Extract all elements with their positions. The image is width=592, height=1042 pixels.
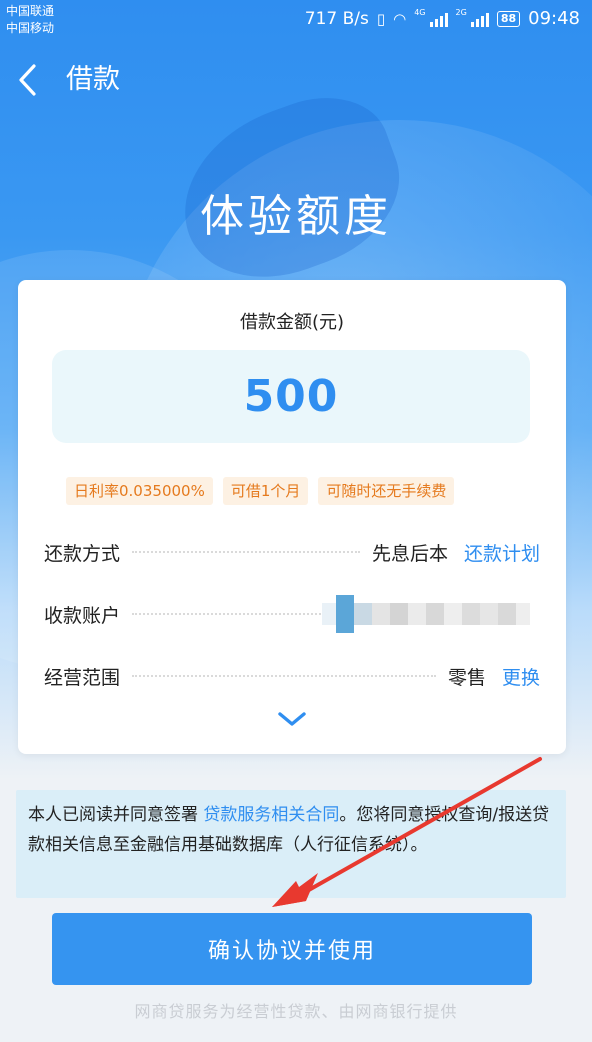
- repay-method-value: 先息后本: [371, 542, 448, 565]
- loan-card: 借款金额(元) 500 日利率0.035000% 可借1个月 可随时还无手续费 …: [18, 280, 566, 754]
- vibrate-icon: ▯: [376, 9, 386, 28]
- business-scope-value: 零售: [447, 666, 486, 689]
- business-scope-label: 经营范围: [44, 666, 121, 689]
- signal-icon: [470, 11, 489, 27]
- repay-method-label: 还款方式: [44, 542, 121, 565]
- amount-value: 500: [243, 371, 339, 422]
- network-type-1: 4G: [414, 8, 426, 17]
- loan-contract-link[interactable]: 贷款服务相关合同: [203, 805, 339, 825]
- confirm-agreement-button[interactable]: 确认协议并使用: [52, 913, 532, 985]
- app-header: 借款: [0, 56, 592, 106]
- network-type-2: 2G: [455, 8, 467, 17]
- business-scope-row: 经营范围 零售 更换: [44, 656, 540, 696]
- agreement-notice: 本人已阅读并同意签署 贷款服务相关合同。您将同意授权查询/报送贷款相关信息至金融…: [16, 790, 566, 898]
- change-scope-link[interactable]: 更换: [502, 663, 540, 690]
- interest-rate-tag: 日利率0.035000%: [66, 477, 213, 505]
- network-speed: 717 B/s: [304, 8, 369, 29]
- carrier-1: 中国联通: [6, 4, 55, 18]
- wifi-icon: ◠: [393, 9, 407, 28]
- amount-input[interactable]: 500: [52, 350, 530, 443]
- status-indicators: 717 B/s ▯ ◠ 4G 2G 88 09:48: [305, 8, 580, 29]
- hero-title: 体验额度: [200, 191, 392, 242]
- page-title: 借款: [66, 64, 120, 95]
- footer-note: 网商贷服务为经营性贷款、由网商银行提供: [134, 1002, 458, 1021]
- clock: 09:48: [528, 8, 580, 29]
- receiving-account-value: [322, 595, 562, 633]
- amount-label: 借款金额(元): [239, 312, 345, 333]
- receiving-account-label: 收款账户: [44, 604, 121, 627]
- chevron-down-icon[interactable]: [274, 708, 310, 732]
- status-bar: 中国联通 中国移动 717 B/s ▯ ◠ 4G 2G 88 09:48: [0, 0, 592, 40]
- early-repay-tag: 可随时还无手续费: [318, 477, 455, 505]
- term-tag: 可借1个月: [222, 477, 309, 505]
- repay-method-row: 还款方式 先息后本 还款计划: [44, 532, 540, 572]
- loan-tags: 日利率0.035000% 可借1个月 可随时还无手续费: [66, 477, 455, 505]
- agreement-prefix: 本人已阅读并同意签署: [28, 805, 204, 825]
- signal-icon: [429, 11, 448, 27]
- repay-plan-link[interactable]: 还款计划: [464, 539, 540, 566]
- divider: [132, 551, 360, 553]
- chevron-left-icon[interactable]: [14, 62, 44, 98]
- carrier-info: 中国联通 中国移动: [6, 3, 54, 37]
- battery-icon: 88: [496, 10, 521, 27]
- carrier-2: 中国移动: [6, 21, 55, 35]
- divider: [132, 675, 436, 677]
